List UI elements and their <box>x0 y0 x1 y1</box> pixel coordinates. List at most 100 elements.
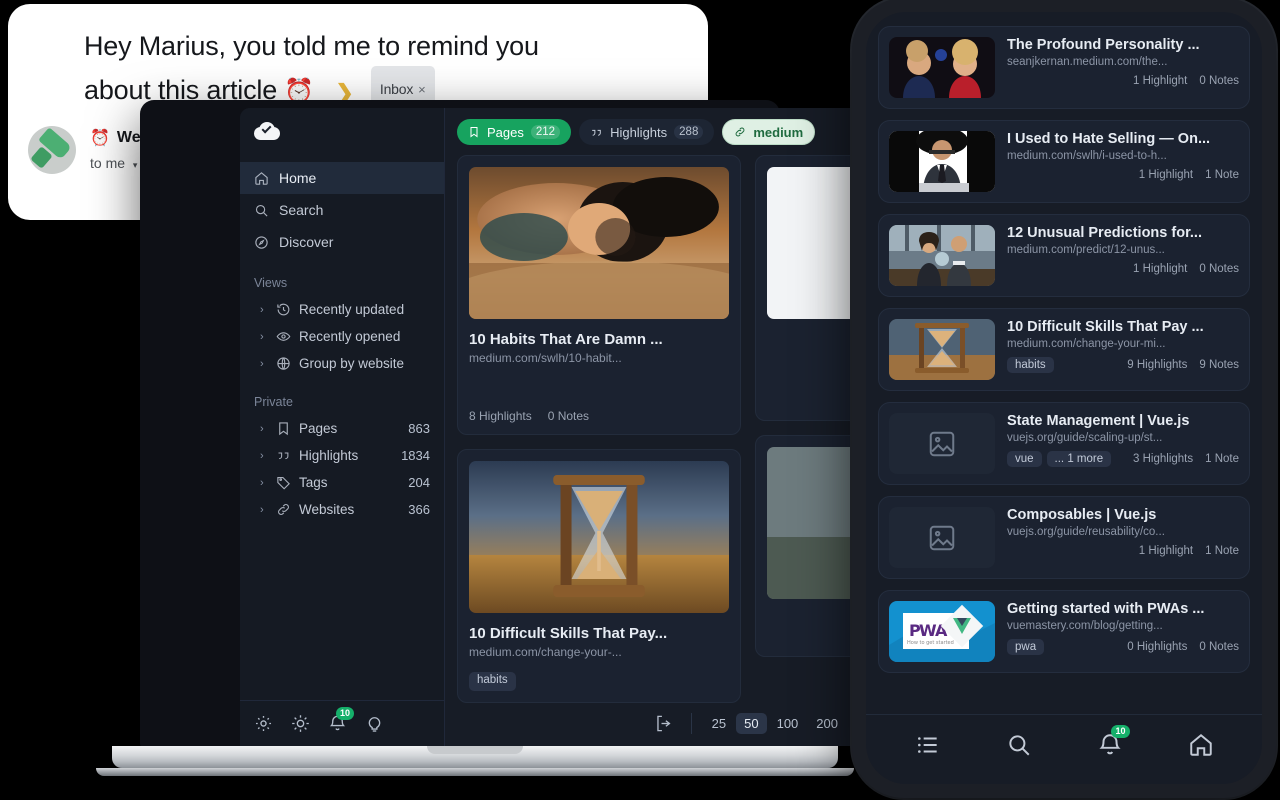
card-notes-count: 0 Notes <box>547 409 590 423</box>
list-item-meta: 1 Highlight 0 Notes <box>1007 263 1239 275</box>
sidebar-item-count: 204 <box>408 475 430 490</box>
list-item-stats: 0 Highlights 0 Notes <box>1127 641 1239 653</box>
lightbulb-tips-icon[interactable] <box>365 714 384 733</box>
list-item[interactable]: Composables | Vue.js vuejs.org/guide/reu… <box>878 496 1250 579</box>
list-item-notes-count: 1 Note <box>1205 545 1239 557</box>
image-placeholder-icon <box>929 525 955 550</box>
sidebar-item-tags[interactable]: › Tags 204 <box>240 469 444 496</box>
list-item[interactable]: I Used to Hate Selling — On... medium.co… <box>878 120 1250 203</box>
hourglass-on-table-image <box>469 461 729 613</box>
list-icon[interactable] <box>915 732 941 758</box>
list-item-thumbnail <box>889 225 995 286</box>
phone-body: The Profound Personality ... seanjkernan… <box>852 0 1276 798</box>
card-tags: habits <box>469 672 729 691</box>
home-icon <box>255 171 268 185</box>
page-size-200[interactable]: 200 <box>808 713 846 734</box>
list-item-stats: 9 Highlights 9 Notes <box>1127 359 1239 371</box>
close-icon[interactable]: × <box>418 82 426 97</box>
filter-pill-highlights[interactable]: Highlights 288 <box>579 119 715 145</box>
list-item-tag[interactable]: habits <box>1007 357 1054 373</box>
list-item-tags: habits <box>1007 357 1054 373</box>
chevron-right-icon[interactable]: › <box>260 477 268 489</box>
list-item-highlights-count: 1 Highlight <box>1138 545 1194 557</box>
chevron-right-icon[interactable]: › <box>260 358 268 370</box>
page-size-100[interactable]: 100 <box>769 713 807 734</box>
list-item-tag[interactable]: vue <box>1007 451 1042 467</box>
home-icon[interactable] <box>1188 732 1214 758</box>
card-tags <box>767 378 860 397</box>
chevron-right-icon[interactable]: › <box>260 504 268 516</box>
page-size-25[interactable]: 25 <box>704 713 734 734</box>
sidebar-item-count: 366 <box>408 502 430 517</box>
list-item-meta: 1 Highlight 1 Note <box>1007 169 1239 181</box>
chevron-right-icon[interactable]: › <box>260 450 268 462</box>
list-item-highlights-count: 1 Highlight <box>1138 169 1194 181</box>
list-item-notes-count: 9 Notes <box>1199 359 1239 371</box>
chevron-right-icon[interactable]: › <box>260 304 268 316</box>
list-item-url: seanjkernan.medium.com/the... <box>1007 56 1168 68</box>
list-item[interactable]: 10 Difficult Skills That Pay ... medium.… <box>878 308 1250 391</box>
sidebar-item-label: Recently updated <box>299 302 405 317</box>
list-item-tag[interactable]: pwa <box>1007 639 1045 655</box>
list-item-thumbnail <box>889 319 995 380</box>
list-item-thumbnail <box>889 37 995 98</box>
logout-icon[interactable] <box>654 714 673 733</box>
list-item-title: The Profound Personality ... <box>1007 37 1200 53</box>
sidebar-item-search[interactable]: Search <box>240 194 444 226</box>
list-item-title: 12 Unusual Predictions for... <box>1007 225 1202 241</box>
search-icon[interactable] <box>1006 732 1032 758</box>
list-item-body: Composables | Vue.js vuejs.org/guide/reu… <box>1007 507 1239 557</box>
page-card[interactable] <box>755 435 860 657</box>
sidebar-item-pages[interactable]: › Pages 863 <box>240 415 444 442</box>
filter-chip-website[interactable]: medium <box>722 119 816 145</box>
chevron-right-icon[interactable]: › <box>260 331 268 343</box>
list-item-meta: pwa 0 Highlights 0 Notes <box>1007 639 1239 655</box>
sidebar-item-group-by-website[interactable]: › Group by website <box>240 350 444 377</box>
couple-at-night-party-image <box>889 37 995 98</box>
list-item-stats: 1 Highlight 0 Notes <box>1133 75 1239 87</box>
page-card[interactable]: 10 Habits That Are Damn ... medium.com/s… <box>457 155 741 435</box>
notifications-bell-icon[interactable]: 10 <box>1097 724 1130 758</box>
list-item-notes-count: 1 Note <box>1205 453 1239 465</box>
list-item[interactable]: State Management | Vue.js vuejs.org/guid… <box>878 402 1250 485</box>
app-logo[interactable] <box>240 116 444 162</box>
page-card[interactable]: 10 Difficult Skills That Pay... medium.c… <box>457 449 741 703</box>
filter-pill-bar: Pages 212 Highlights 288 medium <box>445 108 860 155</box>
sidebar-item-discover[interactable]: Discover <box>240 226 444 258</box>
filter-pill-pages[interactable]: Pages 212 <box>457 119 572 145</box>
cards-grid-scroll[interactable]: 10 Habits That Are Damn ... medium.com/s… <box>445 155 860 746</box>
list-item-body: Getting started with PWAs ... vuemastery… <box>1007 601 1239 655</box>
list-item[interactable]: 12 Unusual Predictions for... medium.com… <box>878 214 1250 297</box>
card-tags <box>469 378 729 397</box>
link-icon <box>735 127 745 137</box>
inbox-label-text: Inbox <box>379 81 414 97</box>
sidebar-item-recently-updated[interactable]: › Recently updated <box>240 296 444 323</box>
page-card[interactable] <box>755 155 860 421</box>
filter-pill-label: Pages <box>487 124 524 140</box>
list-item[interactable]: The Profound Personality ... seanjkernan… <box>878 26 1250 109</box>
theme-brightness-icon[interactable] <box>291 714 310 733</box>
card-tag[interactable]: habits <box>469 672 516 691</box>
settings-gear-icon[interactable] <box>254 714 273 733</box>
sidebar-item-highlights[interactable]: › Highlights 1834 <box>240 442 444 469</box>
page-size-50[interactable]: 50 <box>736 712 767 734</box>
list-item-tags: vue ... 1 more <box>1007 451 1112 467</box>
list-item-highlights-count: 0 Highlights <box>1127 641 1188 653</box>
list-item-tag-more[interactable]: ... 1 more <box>1046 451 1112 467</box>
list-item-url: vuejs.org/guide/scaling-up/st... <box>1007 432 1163 444</box>
list-item-thumbnail <box>889 507 995 568</box>
quote-icon <box>592 129 601 136</box>
laptop-foot <box>96 768 854 776</box>
sidebar-item-label: Tags <box>299 475 328 490</box>
list-item-url: vuemastery.com/blog/getting... <box>1007 620 1163 632</box>
sidebar-section-private: Private <box>254 395 293 409</box>
sidebar-item-home[interactable]: Home <box>240 162 444 194</box>
sidebar-item-websites[interactable]: › Websites 366 <box>240 496 444 523</box>
notifications-bell-icon[interactable]: 10 <box>328 707 354 733</box>
list-item[interactable]: P W A How to get started Getting started… <box>878 590 1250 673</box>
sidebar-item-recently-opened[interactable]: › Recently opened <box>240 323 444 350</box>
list-item-thumbnail <box>889 131 995 192</box>
chevron-right-icon[interactable]: › <box>260 423 268 435</box>
list-item-highlights-count: 9 Highlights <box>1127 359 1188 371</box>
chevron-down-icon[interactable]: ▾ <box>133 160 138 171</box>
